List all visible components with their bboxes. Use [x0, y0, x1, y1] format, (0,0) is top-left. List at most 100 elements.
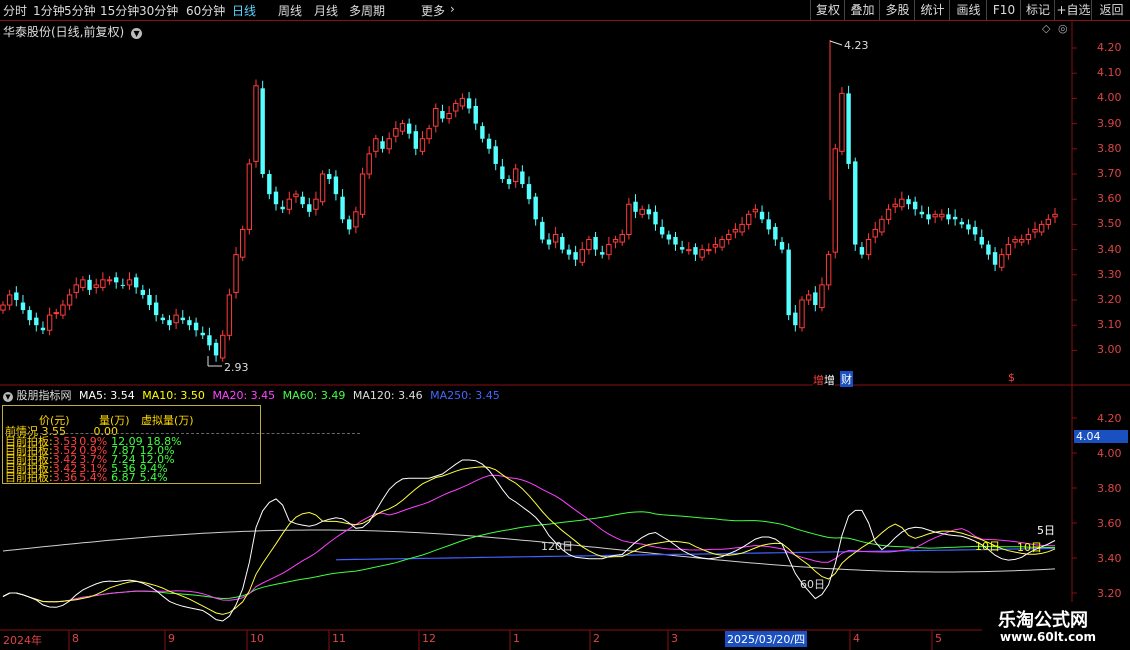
candle[interactable] — [307, 204, 312, 212]
candle[interactable] — [959, 221, 964, 225]
candle[interactable] — [966, 224, 971, 230]
candle[interactable] — [560, 237, 565, 250]
period-tab-0[interactable]: 分时 — [3, 2, 27, 19]
candle[interactable] — [246, 163, 253, 230]
indicator-toggle-icon[interactable]: ▼ — [3, 392, 13, 402]
candle[interactable] — [546, 239, 552, 245]
settings-circle-icon[interactable]: ◎ — [1058, 22, 1068, 35]
candle[interactable] — [453, 102, 459, 112]
candle[interactable] — [280, 206, 285, 210]
candle[interactable] — [586, 239, 592, 251]
candle[interactable] — [932, 213, 938, 218]
candle[interactable] — [133, 277, 139, 288]
candle[interactable] — [53, 312, 59, 315]
more-chevron-icon[interactable]: › — [450, 2, 455, 16]
candle[interactable] — [253, 85, 259, 162]
toolbar-button-4[interactable]: 画线 — [949, 0, 987, 20]
candle[interactable] — [1038, 223, 1045, 233]
candle[interactable] — [712, 244, 719, 248]
candle[interactable] — [1032, 228, 1038, 233]
candle[interactable] — [419, 138, 426, 152]
candle[interactable] — [612, 239, 619, 243]
candle[interactable] — [213, 342, 219, 356]
candle[interactable] — [319, 173, 326, 203]
candle[interactable] — [673, 237, 678, 245]
candle[interactable] — [366, 153, 372, 175]
candle[interactable] — [686, 249, 692, 252]
candle[interactable] — [819, 284, 825, 309]
candle[interactable] — [679, 247, 685, 250]
toolbar-button-7[interactable]: +自选 — [1054, 0, 1092, 20]
candle[interactable] — [865, 239, 872, 256]
period-tab-9[interactable]: 多周期 — [349, 2, 385, 19]
candle[interactable] — [926, 214, 931, 220]
candle[interactable] — [187, 320, 192, 326]
period-tab-5[interactable]: 60分钟 — [186, 2, 225, 19]
toolbar-button-6[interactable]: 标记 — [1020, 0, 1055, 20]
candle[interactable] — [220, 334, 226, 359]
candle[interactable] — [746, 213, 752, 225]
candle[interactable] — [919, 211, 925, 215]
candle[interactable] — [520, 171, 525, 185]
candle[interactable] — [260, 88, 265, 174]
candle[interactable] — [653, 211, 658, 225]
period-tab-2[interactable]: 5分钟 — [64, 2, 96, 19]
period-tab-6[interactable]: 日线 — [232, 2, 256, 19]
candle[interactable] — [473, 105, 478, 124]
candle[interactable] — [1025, 233, 1032, 241]
candle[interactable] — [1052, 213, 1058, 218]
candle[interactable] — [466, 98, 472, 109]
candle[interactable] — [799, 299, 805, 329]
candle[interactable] — [699, 249, 705, 258]
period-tab-3[interactable]: 15分钟 — [100, 2, 139, 19]
candle[interactable] — [66, 294, 73, 306]
candle[interactable] — [593, 237, 598, 250]
candle[interactable] — [113, 277, 119, 283]
candle[interactable] — [27, 310, 32, 321]
candle[interactable] — [885, 208, 892, 220]
candle[interactable] — [193, 322, 199, 331]
candle[interactable] — [573, 252, 578, 260]
candle[interactable] — [399, 123, 406, 132]
candle[interactable] — [153, 302, 159, 316]
period-tab-1[interactable]: 1分钟 — [33, 2, 65, 19]
candle[interactable] — [846, 93, 851, 164]
candle[interactable] — [147, 294, 152, 306]
candle[interactable] — [426, 128, 432, 140]
candle[interactable] — [126, 279, 133, 286]
candle[interactable] — [779, 242, 785, 250]
candle[interactable] — [552, 233, 559, 243]
candle[interactable] — [300, 196, 305, 205]
candle[interactable] — [393, 128, 399, 137]
candle[interactable] — [160, 317, 165, 321]
candle[interactable] — [859, 247, 865, 255]
candle[interactable] — [73, 284, 79, 293]
candle[interactable] — [853, 161, 858, 245]
toolbar-button-2[interactable]: 多股 — [879, 0, 915, 20]
candle[interactable] — [286, 198, 293, 210]
candle[interactable] — [239, 228, 246, 258]
candle[interactable] — [639, 208, 645, 215]
candle[interactable] — [600, 252, 605, 255]
candle[interactable] — [413, 131, 419, 149]
candle[interactable] — [80, 279, 86, 288]
period-tab-4[interactable]: 30分钟 — [139, 2, 178, 19]
diamond-icon[interactable]: ◇ — [1042, 22, 1050, 35]
candle[interactable] — [872, 228, 878, 238]
candle[interactable] — [706, 249, 712, 252]
candle[interactable] — [666, 234, 672, 240]
candle[interactable] — [752, 208, 759, 213]
candle[interactable] — [892, 203, 898, 208]
candle[interactable] — [1019, 239, 1025, 243]
candle[interactable] — [120, 284, 126, 286]
candle[interactable] — [200, 332, 205, 336]
candle[interactable] — [579, 249, 585, 263]
candle[interactable] — [226, 294, 233, 336]
candle[interactable] — [480, 126, 485, 139]
candle[interactable] — [180, 317, 185, 321]
candle[interactable] — [207, 335, 212, 346]
candle[interactable] — [327, 174, 332, 180]
period-tab-8[interactable]: 月线 — [314, 2, 338, 19]
candle[interactable] — [972, 226, 978, 235]
candle[interactable] — [353, 211, 359, 228]
